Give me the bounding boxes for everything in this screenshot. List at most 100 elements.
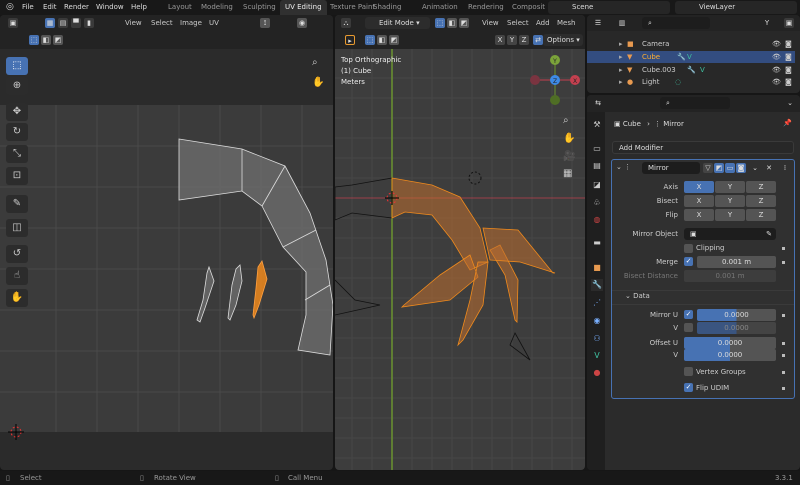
flip-y-toggle[interactable]: Y bbox=[715, 209, 745, 221]
drag-handle-icon[interactable]: ⁞ bbox=[780, 163, 790, 173]
bisect-distance-field[interactable]: 0.001 m bbox=[684, 270, 776, 282]
modifier-name-input[interactable]: Mirror bbox=[642, 162, 700, 174]
particles-tab-icon[interactable]: ⋰ bbox=[591, 297, 603, 309]
axis-x-toggle[interactable]: X bbox=[684, 181, 714, 193]
output-tab-icon[interactable]: ▤ bbox=[591, 160, 603, 172]
keyframe-dot[interactable] bbox=[782, 371, 785, 374]
physics-tab-icon[interactable]: ◉ bbox=[591, 315, 603, 327]
outliner-item-cube[interactable]: ▸ ▼ Cube 🔧 V 👁 ◙ bbox=[587, 51, 795, 63]
eyedropper-icon[interactable]: ✎ bbox=[766, 228, 772, 240]
tab-modeling[interactable]: Modeling bbox=[196, 0, 238, 15]
zoom-view-icon[interactable]: ⌕ bbox=[312, 57, 318, 68]
outliner-search-input[interactable]: ⌕ bbox=[642, 17, 710, 29]
outliner-item-cube003[interactable]: ▸ ▼ Cube.003 🔧 V 👁 ◙ bbox=[587, 64, 795, 76]
world-tab-icon[interactable]: ◍ bbox=[591, 214, 603, 226]
funnel-icon[interactable]: Y bbox=[762, 18, 772, 28]
scene-tab-icon[interactable]: ♧ bbox=[591, 197, 603, 209]
tab-animation[interactable]: Animation bbox=[417, 0, 463, 15]
keyframe-dot[interactable] bbox=[782, 354, 785, 357]
tool-tab-icon[interactable]: ⚒ bbox=[591, 119, 603, 131]
tab-sculpting[interactable]: Sculpting bbox=[238, 0, 281, 15]
tab-uv-editing[interactable]: UV Editing bbox=[280, 0, 327, 15]
view-layer-tab-icon[interactable]: ◪ bbox=[591, 179, 603, 191]
keyframe-dot[interactable] bbox=[782, 342, 785, 345]
axis-y-toggle[interactable]: Y bbox=[715, 181, 745, 193]
pan-view-icon[interactable]: ✋ bbox=[312, 77, 324, 88]
keyframe-dot[interactable] bbox=[782, 314, 785, 317]
tool-select[interactable]: ⬚ bbox=[6, 57, 28, 75]
render-icon[interactable]: ◙ bbox=[785, 38, 792, 50]
axis-z-toggle[interactable]: Z bbox=[746, 181, 776, 193]
tool-rotate[interactable]: ↻ bbox=[6, 123, 28, 141]
mirror-v-field[interactable]: 0.0000 bbox=[697, 322, 776, 334]
render-icon[interactable]: ◙ bbox=[785, 76, 792, 88]
pin-icon[interactable]: 📌 bbox=[783, 119, 792, 127]
options-chevron-icon[interactable]: ⌄ bbox=[785, 98, 795, 108]
merge-checkbox[interactable]: ✓ bbox=[684, 257, 693, 266]
filter-icon[interactable]: ▥ bbox=[617, 18, 627, 28]
menu-help[interactable]: Help bbox=[131, 3, 147, 11]
add-modifier-dropdown[interactable]: Add Modifier bbox=[612, 141, 794, 154]
outliner-item-light[interactable]: ▸ ● Light ◌ 👁 ◙ bbox=[587, 76, 795, 88]
realtime-icon[interactable]: ▭ bbox=[725, 163, 735, 173]
visibility-icon[interactable]: 👁 bbox=[772, 38, 781, 50]
view-layer-selector[interactable]: ViewLayer bbox=[675, 1, 797, 14]
editor-type-icon[interactable]: ⇆ bbox=[593, 98, 603, 108]
zoom-view-icon[interactable]: ⌕ bbox=[563, 115, 569, 126]
keyframe-dot[interactable] bbox=[782, 387, 785, 390]
tab-shading[interactable]: Shading bbox=[368, 0, 406, 15]
data-section-header[interactable]: ⌄ Data bbox=[625, 292, 650, 300]
outliner-item-camera[interactable]: ▸ ■ Camera 👁 ◙ bbox=[587, 38, 795, 50]
pan-view-icon[interactable]: ✋ bbox=[563, 133, 575, 144]
bisect-x-toggle[interactable]: X bbox=[684, 195, 714, 207]
menu-file[interactable]: File bbox=[22, 3, 34, 11]
tool-scale[interactable]: ⤡ bbox=[6, 145, 28, 163]
menu-window[interactable]: Window bbox=[96, 3, 124, 11]
blender-logo-icon[interactable]: ◎ bbox=[6, 2, 14, 12]
visibility-icon[interactable]: 👁 bbox=[772, 64, 781, 76]
flip-x-toggle[interactable]: X bbox=[684, 209, 714, 221]
tool-pinch[interactable]: ✋ bbox=[6, 289, 28, 307]
object-tab-icon[interactable]: ■ bbox=[591, 262, 603, 274]
tool-relax[interactable]: ☝ bbox=[6, 267, 28, 285]
visibility-icon[interactable]: 👁 bbox=[772, 51, 781, 63]
constraints-tab-icon[interactable]: ⚇ bbox=[591, 333, 603, 345]
bisect-y-toggle[interactable]: Y bbox=[715, 195, 745, 207]
tool-cursor[interactable]: ⊕ bbox=[6, 77, 28, 95]
material-tab-icon[interactable]: ● bbox=[591, 367, 603, 379]
render-tab-icon[interactable]: ▭ bbox=[591, 143, 603, 155]
uv-canvas[interactable] bbox=[0, 15, 333, 470]
clipping-checkbox[interactable] bbox=[684, 244, 693, 253]
menu-edit[interactable]: Edit bbox=[43, 3, 57, 11]
render-icon[interactable]: ◙ bbox=[785, 64, 792, 76]
render-icon[interactable]: ◙ bbox=[785, 51, 792, 63]
mirror-object-field[interactable]: ▣ ✎ bbox=[684, 228, 776, 240]
mirror-u-field[interactable]: 0.0000 bbox=[697, 309, 776, 321]
ortho-toggle-icon[interactable]: ▦ bbox=[563, 168, 572, 179]
keyframe-dot[interactable] bbox=[782, 247, 785, 250]
offset-v-field[interactable]: 0.0000 bbox=[684, 349, 776, 361]
vertex-groups-checkbox[interactable] bbox=[684, 367, 693, 376]
tool-grab[interactable]: ↺ bbox=[6, 245, 28, 263]
mirror-v-checkbox[interactable] bbox=[684, 323, 693, 332]
edit-mode-toggle-icon[interactable]: ▽ bbox=[703, 163, 713, 173]
tab-layout[interactable]: Layout bbox=[163, 0, 197, 15]
tab-rendering[interactable]: Rendering bbox=[463, 0, 509, 15]
bisect-z-toggle[interactable]: Z bbox=[746, 195, 776, 207]
dropdown-icon[interactable]: ⌄ bbox=[750, 163, 760, 173]
visibility-icon[interactable]: 👁 bbox=[772, 76, 781, 88]
tool-annotate[interactable]: ✎ bbox=[6, 195, 28, 213]
new-collection-icon[interactable]: ▣ bbox=[784, 18, 794, 28]
uv-editor[interactable]: ▣ ▦ ▤ ▀ ▮ View Select Image UV ⟟ ◉ ⬚ ◧ ◩… bbox=[0, 15, 333, 470]
merge-distance-field[interactable]: 0.001 m bbox=[697, 256, 776, 268]
data-tab-icon[interactable]: V bbox=[591, 350, 603, 362]
camera-view-icon[interactable]: 🎥 bbox=[563, 151, 575, 162]
remove-modifier-icon[interactable]: ✕ bbox=[764, 163, 774, 173]
collapse-icon[interactable]: ⌄ ⋮ bbox=[616, 163, 631, 171]
tab-compositing[interactable]: Composit bbox=[507, 0, 550, 15]
display-mode-icon[interactable]: ☰ bbox=[593, 18, 603, 28]
properties-search-input[interactable]: ⌕ bbox=[660, 97, 730, 109]
tool-transform[interactable]: ⊡ bbox=[6, 167, 28, 185]
keyframe-dot[interactable] bbox=[782, 261, 785, 264]
collection-tab-icon[interactable]: ▬ bbox=[591, 237, 603, 249]
